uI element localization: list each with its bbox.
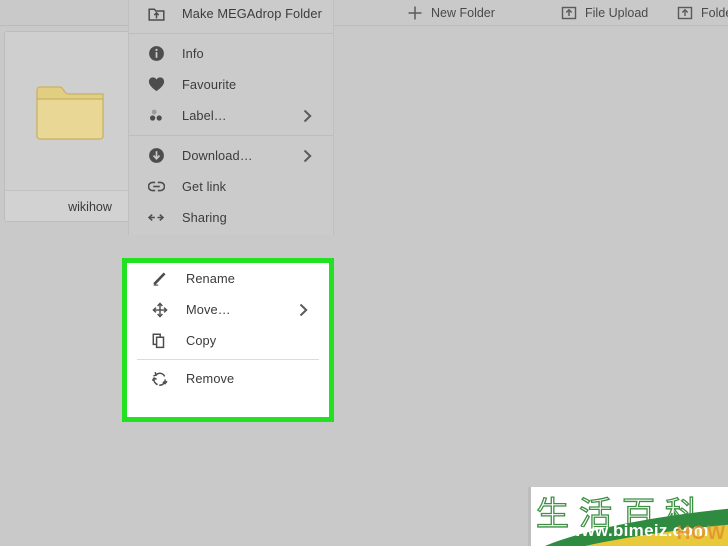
menu-item-get-link[interactable]: Get link <box>129 171 333 202</box>
recycle-icon <box>151 370 169 388</box>
heart-icon <box>147 76 165 94</box>
menu-label: Move… <box>186 302 231 317</box>
download-circle-icon <box>147 147 165 165</box>
watermark-edge <box>528 487 531 546</box>
menu-label: Sharing <box>182 210 227 225</box>
menu-label: Rename <box>186 271 235 286</box>
file-upload-label: File Upload <box>585 5 649 20</box>
plus-icon <box>406 4 423 21</box>
highlighted-menu-group: Rename Move… Copy Remove <box>122 258 334 422</box>
menu-item-move[interactable]: Move… <box>127 294 329 325</box>
info-icon <box>147 45 165 63</box>
folder-upload-label: Folder Up <box>701 5 728 20</box>
chevron-right-icon <box>302 148 313 163</box>
menu-separator <box>129 33 333 34</box>
menu-label: Info <box>182 46 204 61</box>
context-menu: Make MEGAdrop Folder Info Favourite Labe… <box>128 0 334 235</box>
folder-thumbnail <box>5 32 135 190</box>
new-folder-label: New Folder <box>431 5 495 20</box>
menu-item-info[interactable]: Info <box>129 38 333 69</box>
folder-icon <box>36 86 104 140</box>
chevron-right-icon <box>302 108 313 123</box>
menu-item-copy[interactable]: Copy <box>127 325 329 356</box>
folder-upload-icon <box>676 4 693 21</box>
new-folder-button[interactable]: New Folder <box>406 0 495 26</box>
menu-item-make-megadrop-folder[interactable]: Make MEGAdrop Folder <box>129 0 333 29</box>
menu-label: Favourite <box>182 77 237 92</box>
folder-upload-button[interactable]: Folder Up <box>676 0 728 26</box>
menu-item-sharing[interactable]: Sharing <box>129 202 333 233</box>
watermark: 生活百科 HOW www.bimeiz.com <box>528 487 728 546</box>
menu-separator <box>137 359 319 360</box>
folder-up-arrow-icon <box>147 5 165 23</box>
file-upload-icon <box>560 4 577 21</box>
folder-name-bar: wikihow <box>5 190 135 221</box>
top-toolbar: New Folder File Upload Folder Up <box>0 0 728 26</box>
menu-item-remove[interactable]: Remove <box>127 363 329 394</box>
menu-item-rename[interactable]: Rename <box>127 263 329 294</box>
link-icon <box>147 178 165 196</box>
move-arrows-icon <box>151 301 169 319</box>
menu-label: Copy <box>186 333 217 348</box>
menu-label: Make MEGAdrop Folder <box>182 6 322 21</box>
watermark-faded-text: HOW <box>676 523 726 544</box>
menu-item-download[interactable]: Download… <box>129 140 333 171</box>
menu-label: Label… <box>182 108 227 123</box>
sharing-arrows-icon <box>147 209 165 227</box>
label-dots-icon <box>147 107 165 125</box>
menu-item-favourite[interactable]: Favourite <box>129 69 333 100</box>
chevron-right-icon <box>298 302 309 317</box>
menu-separator <box>129 135 333 136</box>
menu-item-label[interactable]: Label… <box>129 100 333 131</box>
menu-label: Get link <box>182 179 227 194</box>
pencil-icon <box>151 270 169 288</box>
copy-icon <box>151 332 169 350</box>
menu-label: Download… <box>182 148 253 163</box>
folder-card-wikihow[interactable]: wikihow <box>4 31 136 222</box>
menu-label: Remove <box>186 371 235 386</box>
folder-name-label: wikihow <box>68 199 112 214</box>
file-upload-button[interactable]: File Upload <box>560 0 648 26</box>
